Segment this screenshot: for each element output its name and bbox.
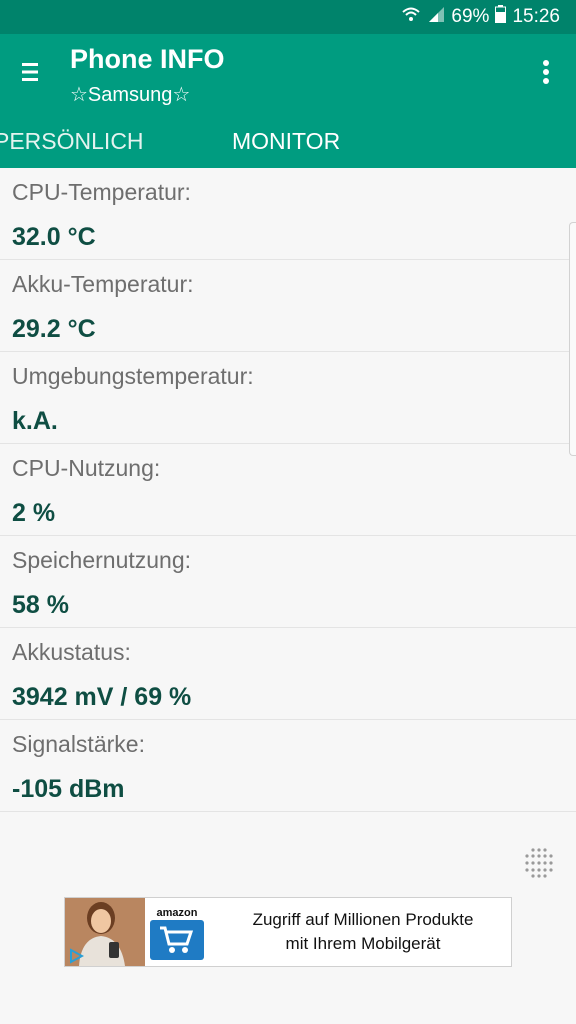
tab-persoenlich[interactable]: PERSÖNLICH bbox=[0, 114, 144, 168]
list-item-cpu-usage: CPU-Nutzung: 2 % bbox=[0, 444, 576, 536]
app-title: Phone INFO bbox=[70, 44, 225, 74]
amazon-logo-text: amazon bbox=[157, 907, 198, 919]
item-value: 32.0 °C bbox=[12, 223, 96, 251]
overflow-menu-button[interactable] bbox=[530, 54, 562, 94]
battery-percent: 69% bbox=[451, 6, 490, 27]
wifi-icon bbox=[401, 5, 421, 29]
tab-bar: PERSÖNLICH MONITOR bbox=[0, 114, 576, 168]
item-label: Akku-Temperatur: bbox=[12, 271, 194, 297]
item-label: Umgebungstemperatur: bbox=[12, 363, 254, 389]
list-item-cpu-temperature: CPU-Temperatur: 32.0 °C bbox=[0, 168, 576, 260]
item-value: k.A. bbox=[12, 407, 58, 435]
status-bar: 69% 15:26 bbox=[0, 0, 576, 34]
menu-icon bbox=[20, 61, 40, 88]
item-value: 58 % bbox=[12, 591, 69, 619]
item-value: 29.2 °C bbox=[12, 315, 96, 343]
item-label: CPU-Temperatur: bbox=[12, 179, 191, 205]
battery-icon bbox=[495, 5, 507, 29]
ad-banner[interactable]: amazon Zugriff auf Millionen Produkte mi… bbox=[64, 897, 512, 967]
app-bar: Phone INFO ☆Samsung☆ bbox=[0, 34, 576, 114]
dots-grid-icon[interactable] bbox=[522, 846, 556, 880]
list-item-battery-status: Akkustatus: 3942 mV / 69 % bbox=[0, 628, 576, 720]
menu-button[interactable] bbox=[14, 56, 46, 92]
item-label: Akkustatus: bbox=[12, 639, 131, 665]
monitor-list: CPU-Temperatur: 32.0 °C Akku-Temperatur:… bbox=[0, 168, 576, 812]
item-value: 2 % bbox=[12, 499, 56, 527]
clock: 15:26 bbox=[512, 6, 560, 27]
app-subtitle: ☆Samsung☆ bbox=[70, 84, 191, 106]
list-item-signal-strength: Signalstärke: -105 dBm bbox=[0, 720, 576, 812]
adchoices-icon[interactable] bbox=[68, 948, 85, 964]
more-vert-icon bbox=[542, 59, 550, 90]
list-item-battery-temperature: Akku-Temperatur: 29.2 °C bbox=[0, 260, 576, 352]
item-value: 3942 mV / 69 % bbox=[12, 683, 192, 711]
list-item-memory-usage: Speichernutzung: 58 % bbox=[0, 536, 576, 628]
list-item-ambient-temperature: Umgebungstemperatur: k.A. bbox=[0, 352, 576, 444]
tab-monitor[interactable]: MONITOR bbox=[232, 114, 340, 168]
item-label: Speichernutzung: bbox=[12, 547, 192, 573]
amazon-cart-icon: amazon bbox=[150, 904, 204, 960]
item-value: -105 dBm bbox=[12, 775, 125, 803]
ad-text: Zugriff auf Millionen Produkte mit Ihrem… bbox=[215, 908, 511, 956]
cell-signal-icon bbox=[427, 5, 445, 29]
ad-line-2: mit Ihrem Mobilgerät bbox=[285, 934, 441, 953]
item-label: CPU-Nutzung: bbox=[12, 455, 161, 481]
item-label: Signalstärke: bbox=[12, 731, 145, 757]
edge-panel-handle[interactable] bbox=[569, 222, 576, 456]
status-indicators: 69% 15:26 bbox=[401, 0, 560, 34]
ad-line-1: Zugriff auf Millionen Produkte bbox=[252, 910, 474, 929]
